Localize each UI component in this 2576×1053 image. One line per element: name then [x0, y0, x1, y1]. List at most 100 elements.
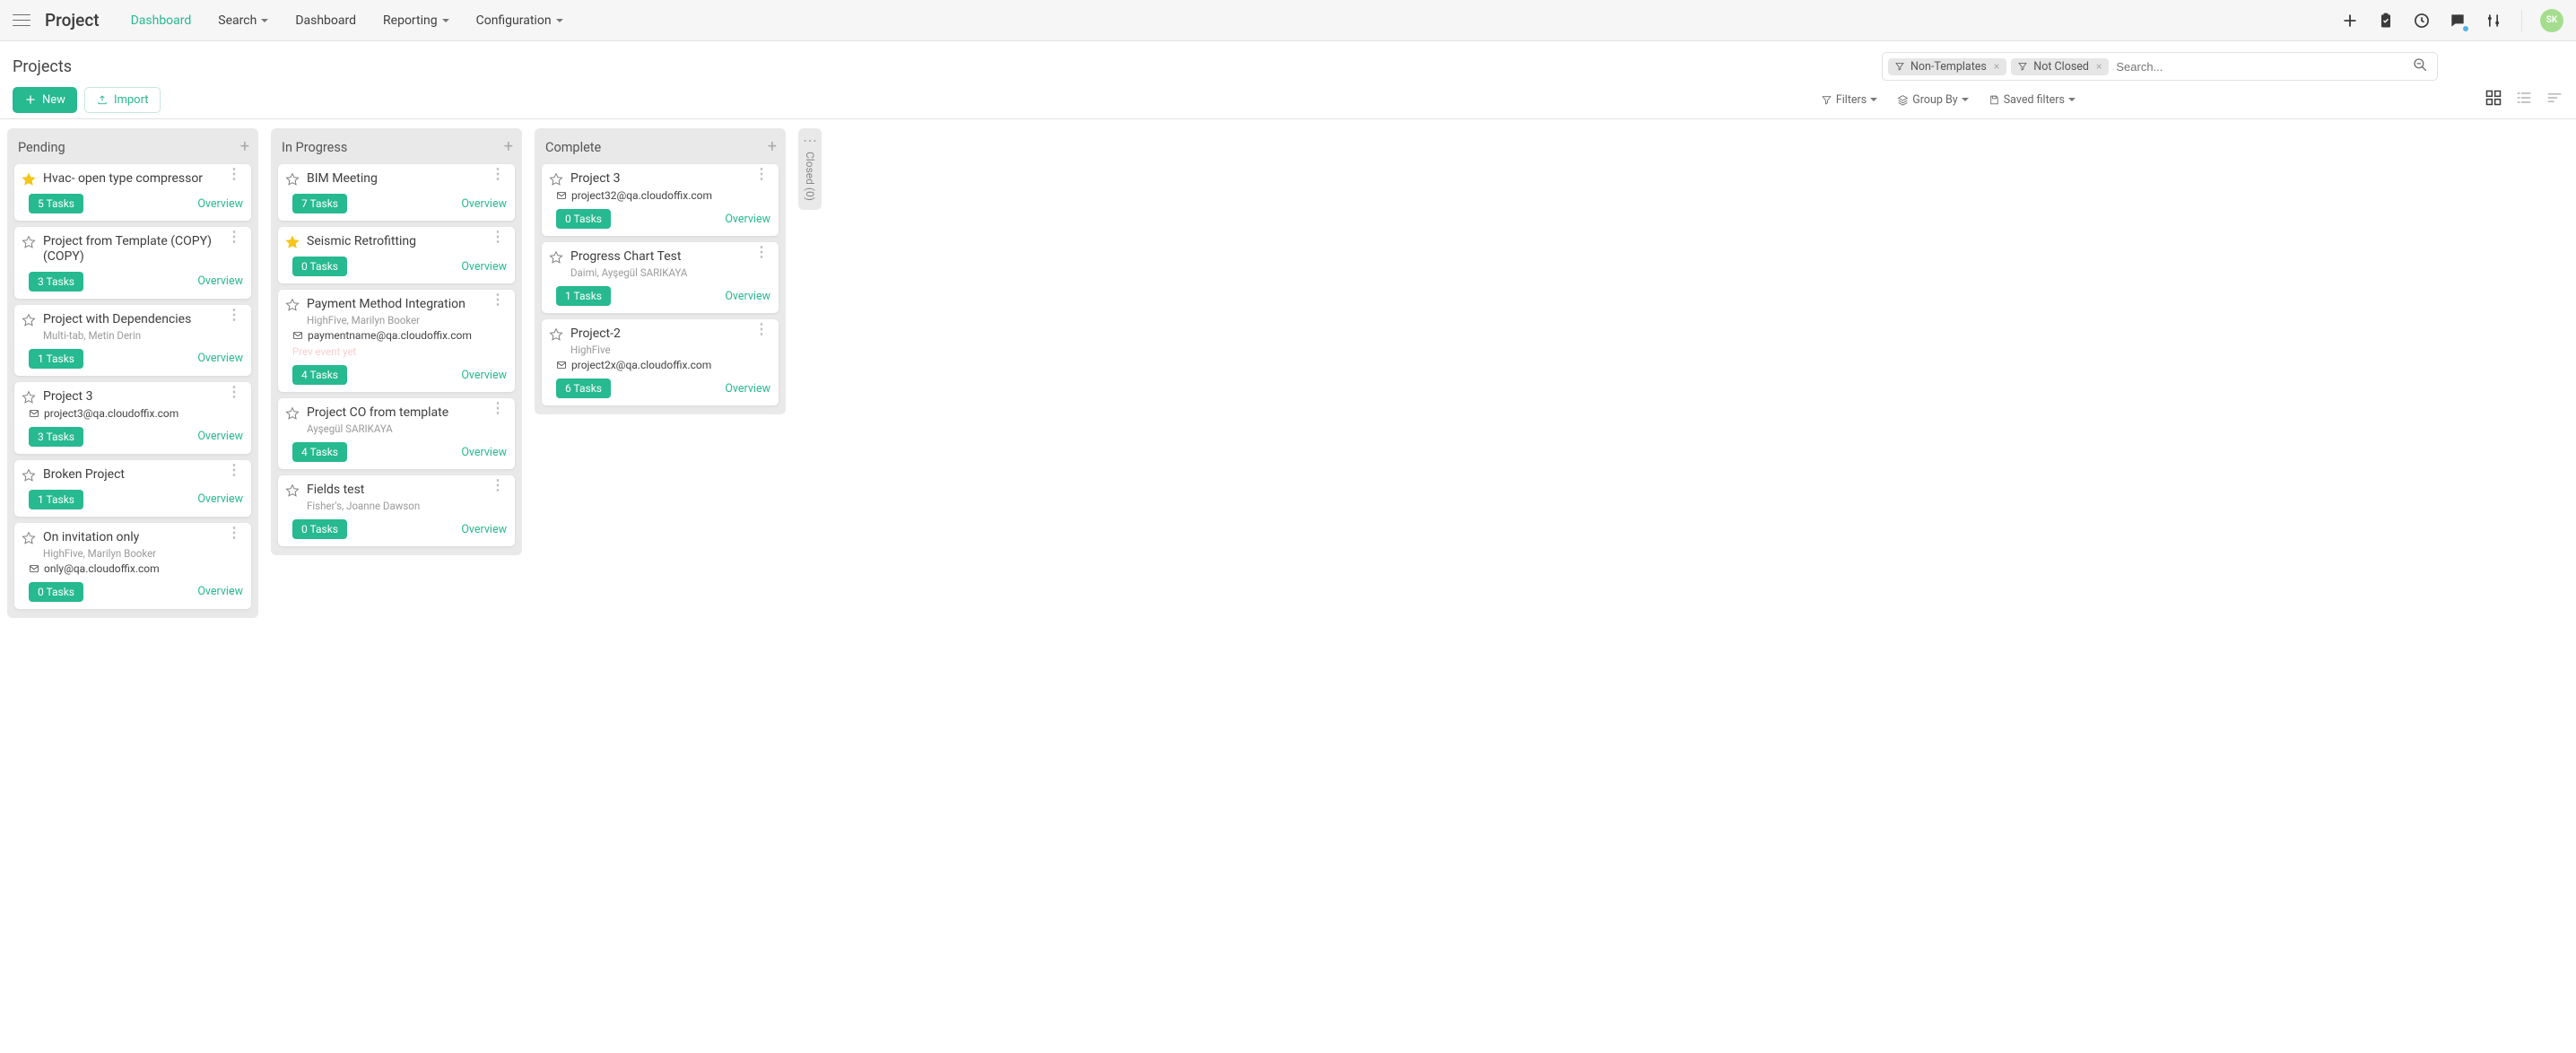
- overview-link[interactable]: Overview: [461, 260, 507, 274]
- overview-link[interactable]: Overview: [725, 213, 770, 226]
- column-add-button[interactable]: +: [768, 139, 777, 155]
- overview-link[interactable]: Overview: [197, 352, 243, 365]
- card-menu-icon[interactable]: [753, 171, 770, 177]
- tasks-badge[interactable]: 0 Tasks: [292, 519, 347, 539]
- search-box[interactable]: Non-Templates× Not Closed×: [1882, 52, 2438, 81]
- overview-link[interactable]: Overview: [197, 492, 243, 506]
- star-icon[interactable]: [22, 172, 36, 187]
- tasks-badge[interactable]: 0 Tasks: [29, 582, 83, 602]
- kanban-card[interactable]: On invitation onlyHighFive, Marilyn Book…: [14, 523, 251, 609]
- menu-item-search[interactable]: Search: [218, 13, 268, 28]
- avatar[interactable]: SK: [2540, 9, 2563, 32]
- kanban-card[interactable]: Progress Chart TestDaimi, Ayşegül SARIKA…: [542, 242, 779, 313]
- kanban-card[interactable]: Hvac- open type compressor5 TasksOvervie…: [14, 164, 251, 221]
- card-menu-icon[interactable]: [489, 483, 507, 488]
- kanban-column-collapsed[interactable]: ⋯Closed (0): [798, 128, 822, 210]
- card-menu-icon[interactable]: [753, 326, 770, 332]
- overview-link[interactable]: Overview: [461, 369, 507, 382]
- kanban-card[interactable]: Broken Project1 TasksOverview: [14, 460, 251, 517]
- star-icon[interactable]: [22, 468, 36, 483]
- tasks-badge[interactable]: 6 Tasks: [556, 379, 611, 398]
- star-icon[interactable]: [22, 531, 36, 545]
- card-menu-icon[interactable]: [225, 530, 243, 535]
- search-input[interactable]: [2114, 59, 2406, 74]
- star-icon[interactable]: [285, 172, 300, 187]
- clock-icon[interactable]: [2412, 11, 2432, 30]
- card-menu-icon[interactable]: [489, 297, 507, 302]
- kanban-card[interactable]: Project-2HighFiveproject2x@qa.cloudoffix…: [542, 319, 779, 405]
- star-icon[interactable]: [549, 327, 563, 342]
- card-menu-icon[interactable]: [225, 312, 243, 318]
- overview-link[interactable]: Overview: [725, 382, 770, 396]
- card-menu-icon[interactable]: [489, 171, 507, 177]
- activities-icon[interactable]: [2376, 11, 2396, 30]
- kanban-card[interactable]: Project from Template (COPY) (COPY)3 Tas…: [14, 227, 251, 299]
- filter-chip[interactable]: Non-Templates×: [1888, 58, 2006, 75]
- tasks-badge[interactable]: 1 Tasks: [29, 490, 83, 509]
- tasks-badge[interactable]: 0 Tasks: [556, 209, 611, 229]
- kanban-card[interactable]: Project 3project32@qa.cloudoffix.com0 Ta…: [542, 164, 779, 236]
- card-menu-icon[interactable]: [225, 467, 243, 473]
- hamburger-icon[interactable]: [13, 14, 30, 27]
- column-add-button[interactable]: +: [240, 139, 249, 155]
- tasks-badge[interactable]: 4 Tasks: [292, 365, 347, 385]
- menu-item-reporting[interactable]: Reporting: [383, 13, 449, 28]
- import-button[interactable]: Import: [84, 87, 161, 113]
- overview-link[interactable]: Overview: [461, 523, 507, 536]
- settings-sliders-icon[interactable]: [2484, 11, 2503, 30]
- star-icon[interactable]: [549, 250, 563, 265]
- star-icon[interactable]: [285, 298, 300, 312]
- overview-link[interactable]: Overview: [461, 446, 507, 459]
- tasks-badge[interactable]: 7 Tasks: [292, 194, 347, 213]
- tasks-badge[interactable]: 0 Tasks: [292, 257, 347, 276]
- star-icon[interactable]: [549, 172, 563, 187]
- filters-tool[interactable]: Filters: [1821, 93, 1877, 107]
- more-icon[interactable]: ⋯: [803, 137, 817, 144]
- tasks-badge[interactable]: 3 Tasks: [29, 427, 83, 447]
- remove-chip-icon[interactable]: ×: [1992, 60, 2001, 73]
- column-add-button[interactable]: +: [504, 139, 513, 155]
- kanban-card[interactable]: Project with DependenciesMulti-tab, Meti…: [14, 305, 251, 376]
- menu-item-dashboard[interactable]: Dashboard: [295, 13, 356, 28]
- new-button[interactable]: New: [13, 87, 77, 113]
- card-menu-icon[interactable]: [225, 171, 243, 177]
- star-icon[interactable]: [285, 406, 300, 421]
- kanban-card[interactable]: Project 3project3@qa.cloudoffix.com3 Tas…: [14, 382, 251, 454]
- tasks-badge[interactable]: 3 Tasks: [29, 272, 83, 292]
- overview-link[interactable]: Overview: [197, 585, 243, 598]
- messages-icon[interactable]: [2448, 11, 2467, 30]
- overview-link[interactable]: Overview: [725, 290, 770, 303]
- tasks-badge[interactable]: 5 Tasks: [29, 194, 83, 213]
- star-icon[interactable]: [22, 313, 36, 327]
- overview-link[interactable]: Overview: [197, 274, 243, 288]
- kanban-card[interactable]: BIM Meeting7 TasksOverview: [278, 164, 515, 221]
- view-list-button[interactable]: [2515, 89, 2533, 110]
- view-kanban-button[interactable]: [2485, 89, 2502, 110]
- remove-chip-icon[interactable]: ×: [2094, 60, 2103, 73]
- search-zoom-icon[interactable]: [2412, 57, 2428, 76]
- kanban-card[interactable]: Payment Method IntegrationHighFive, Mari…: [278, 290, 515, 392]
- card-menu-icon[interactable]: [225, 234, 243, 239]
- filter-chip[interactable]: Not Closed×: [2011, 58, 2109, 75]
- tasks-badge[interactable]: 1 Tasks: [29, 349, 83, 369]
- star-icon[interactable]: [285, 235, 300, 249]
- new-item-icon[interactable]: [2340, 11, 2360, 30]
- card-menu-icon[interactable]: [225, 389, 243, 395]
- star-icon[interactable]: [22, 235, 36, 249]
- star-icon[interactable]: [22, 390, 36, 405]
- tasks-badge[interactable]: 4 Tasks: [292, 442, 347, 462]
- groupby-tool[interactable]: Group By: [1897, 93, 1968, 107]
- card-menu-icon[interactable]: [753, 249, 770, 255]
- card-menu-icon[interactable]: [489, 234, 507, 239]
- card-menu-icon[interactable]: [489, 405, 507, 411]
- overview-link[interactable]: Overview: [461, 197, 507, 211]
- menu-item-configuration[interactable]: Configuration: [476, 13, 563, 28]
- kanban-card[interactable]: Fields testFisher's, Joanne Dawson0 Task…: [278, 475, 515, 546]
- star-icon[interactable]: [285, 483, 300, 498]
- kanban-card[interactable]: Seismic Retrofitting0 TasksOverview: [278, 227, 515, 283]
- tasks-badge[interactable]: 1 Tasks: [556, 286, 611, 306]
- overview-link[interactable]: Overview: [197, 430, 243, 443]
- menu-item-dashboard[interactable]: Dashboard: [131, 13, 192, 28]
- view-gantt-button[interactable]: [2546, 89, 2563, 110]
- savedfilters-tool[interactable]: Saved filters: [1989, 93, 2076, 107]
